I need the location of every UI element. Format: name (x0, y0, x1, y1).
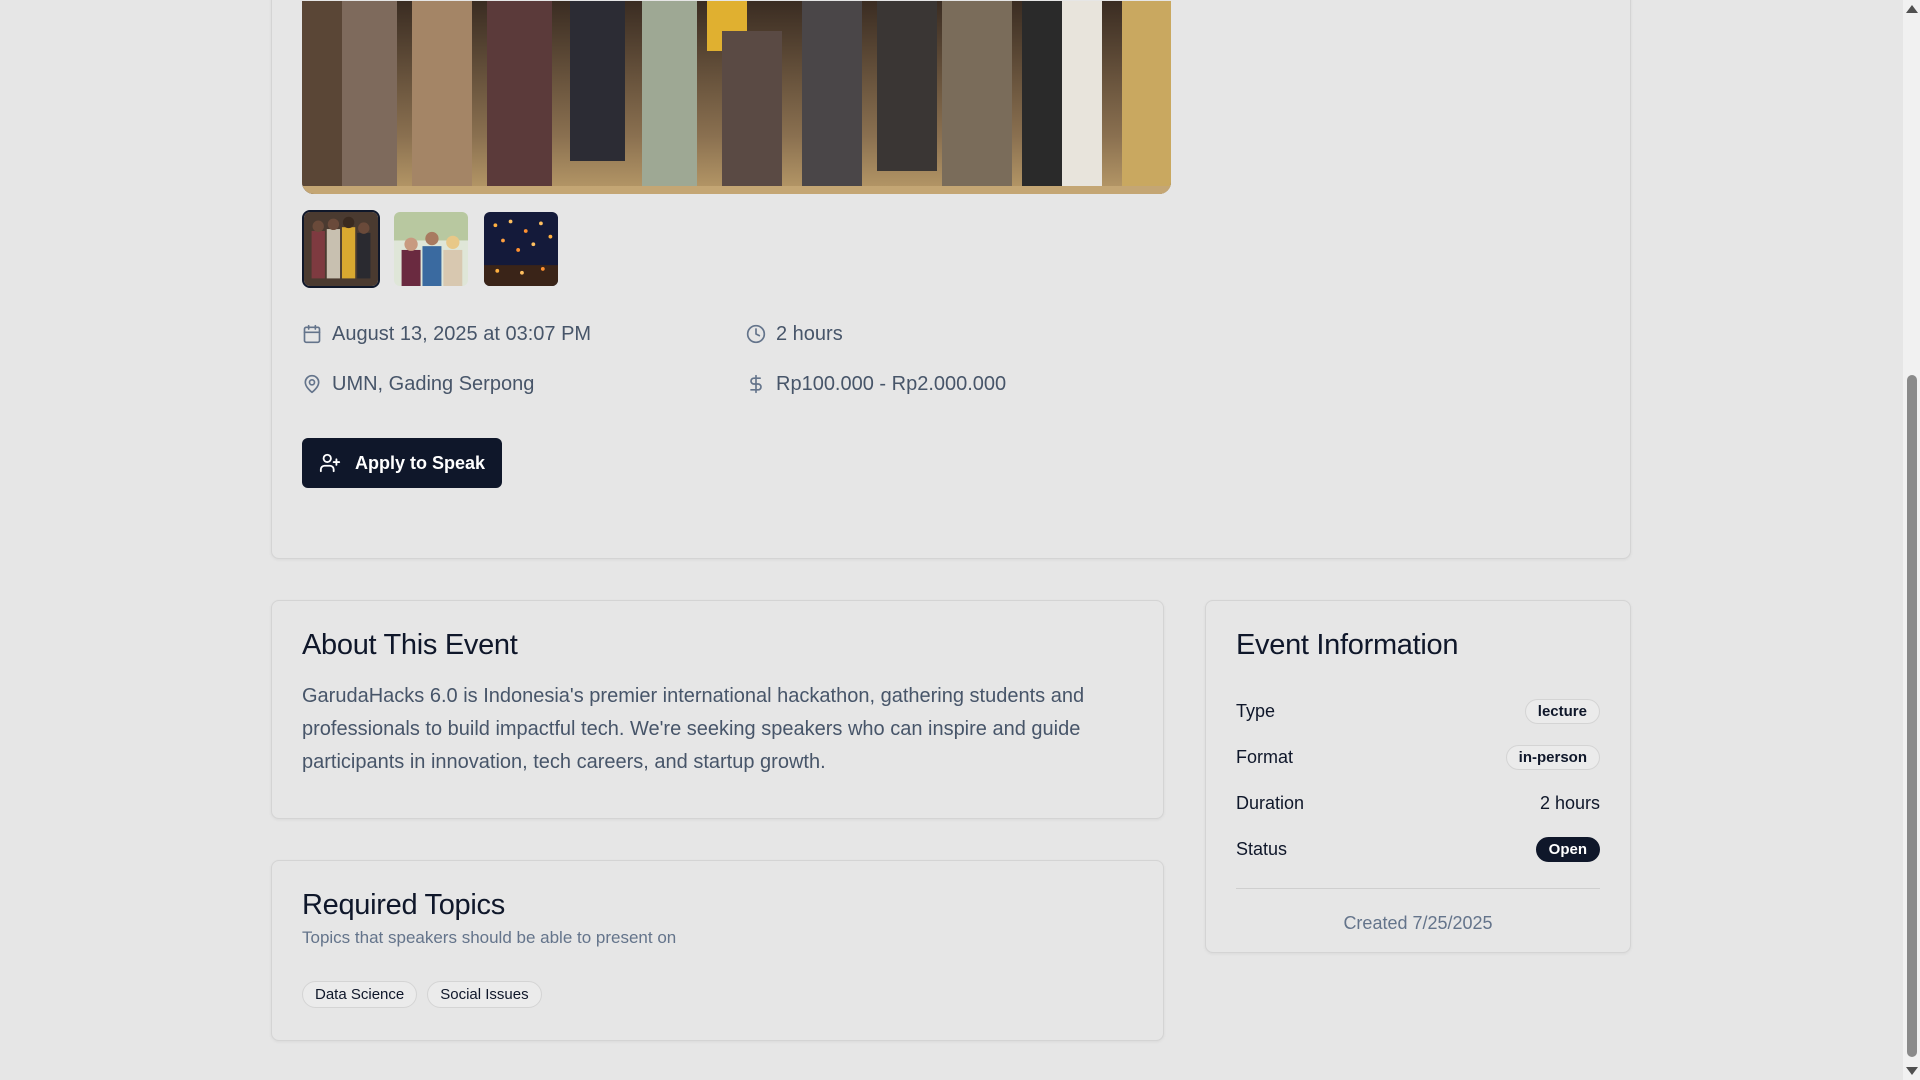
info-status-label: Status (1236, 838, 1288, 859)
event-location: UMN, Gading Serpong (302, 373, 746, 396)
thumbnail-1[interactable] (302, 210, 380, 288)
info-format-label: Format (1236, 746, 1294, 767)
info-row-format: Format in-person (1236, 734, 1600, 780)
required-topics-card: Required Topics Topics that speakers sho… (271, 860, 1164, 1041)
info-type-label: Type (1236, 700, 1276, 721)
about-title: About This Event (302, 629, 518, 661)
status-badge: Open (1535, 836, 1600, 862)
event-duration-text: 2 hours (776, 322, 843, 345)
scroll-thumb[interactable] (1907, 375, 1917, 1057)
dollar-icon (750, 374, 762, 394)
topic-tag: Social Issues (427, 981, 542, 1008)
about-description: GarudaHacks 6.0 is Indonesia's premier i… (302, 685, 1085, 773)
event-meta: August 13, 2025 at 03:07 PM 2 hours UMN,… (302, 309, 1062, 409)
topics-title: Required Topics (302, 889, 505, 921)
topic-tag: Data Science (302, 981, 418, 1008)
user-plus-icon (319, 453, 341, 473)
type-badge: lecture (1524, 698, 1600, 724)
image-thumbnails (302, 210, 560, 288)
apply-to-speak-button[interactable]: Apply to Speak (302, 438, 502, 488)
event-price: Rp100.000 - Rp2.000.000 (746, 373, 1006, 396)
about-event-card: About This Event GarudaHacks 6.0 is Indo… (271, 600, 1164, 819)
map-pin-icon (304, 374, 320, 394)
scroll-up-arrow[interactable] (1906, 5, 1918, 13)
event-hero-image (302, 1, 1171, 194)
event-location-text: UMN, Gading Serpong (332, 372, 535, 395)
info-title: Event Information (1236, 629, 1459, 661)
page-scrollbar[interactable] (1903, 0, 1920, 1080)
event-date-text: August 13, 2025 at 03:07 PM (332, 322, 592, 345)
event-price-text: Rp100.000 - Rp2.000.000 (776, 372, 1007, 395)
event-date: August 13, 2025 at 03:07 PM (302, 323, 746, 346)
topic-tags: Data Science Social Issues (302, 981, 1133, 1008)
scroll-down-arrow[interactable] (1906, 1067, 1918, 1075)
format-badge: in-person (1505, 744, 1600, 770)
thumbnail-2[interactable] (392, 210, 470, 288)
event-information-card: Event Information Type lecture Format in… (1205, 600, 1631, 953)
info-duration-value: 2 hours (1539, 792, 1600, 813)
divider (1236, 888, 1600, 889)
calendar-icon (303, 324, 321, 344)
info-duration-label: Duration (1236, 792, 1305, 813)
info-row-status: Status Open (1236, 826, 1600, 872)
topics-subtitle: Topics that speakers should be able to p… (302, 928, 677, 947)
info-row-type: Type lecture (1236, 688, 1600, 734)
apply-button-label: Apply to Speak (354, 452, 486, 473)
info-row-duration: Duration 2 hours (1236, 780, 1600, 826)
created-date: Created 7/25/2025 (1343, 913, 1493, 933)
event-header-card: August 13, 2025 at 03:07 PM 2 hours UMN,… (271, 0, 1631, 559)
clock-icon (746, 324, 766, 344)
thumbnail-3[interactable] (482, 210, 560, 288)
event-duration: 2 hours (746, 323, 843, 346)
